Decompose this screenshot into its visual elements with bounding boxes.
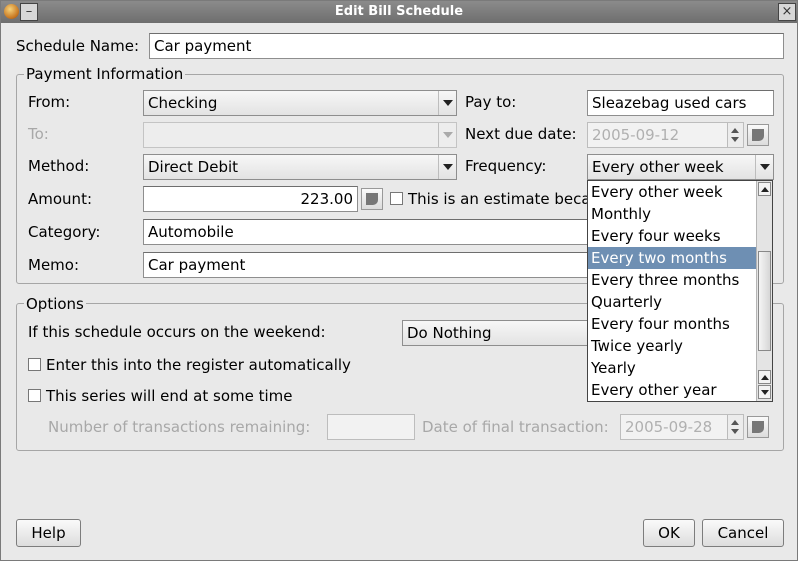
method-combo[interactable]: Direct Debit bbox=[143, 154, 457, 180]
title-bar: – Edit Bill Schedule × bbox=[1, 1, 797, 23]
schedule-name-label: Schedule Name: bbox=[16, 37, 140, 55]
to-account-combo[interactable] bbox=[143, 122, 457, 148]
calculator-icon bbox=[366, 193, 378, 205]
chevron-down-icon bbox=[755, 155, 773, 179]
amount-label: Amount: bbox=[28, 190, 92, 208]
spin-down-icon bbox=[731, 429, 739, 434]
from-label: From: bbox=[28, 93, 71, 111]
scrollbar-thumb[interactable] bbox=[758, 251, 771, 351]
category-input[interactable]: Automobile bbox=[143, 219, 593, 245]
estimate-checkbox[interactable] bbox=[390, 192, 403, 205]
scroll-down-button[interactable] bbox=[758, 385, 771, 399]
weekend-label: If this schedule occurs on the weekend: bbox=[28, 323, 326, 341]
from-account-combo[interactable]: Checking bbox=[143, 90, 457, 116]
next-due-calendar-button[interactable] bbox=[747, 124, 769, 146]
frequency-option[interactable]: Every other week bbox=[588, 181, 756, 203]
close-window-button[interactable]: × bbox=[778, 3, 796, 21]
amount-input[interactable]: 223.00 bbox=[143, 186, 358, 212]
method-value: Direct Debit bbox=[148, 158, 239, 176]
series-end-checkbox[interactable] bbox=[28, 389, 41, 402]
frequency-option[interactable]: Monthly bbox=[588, 203, 756, 225]
frequency-combo[interactable]: Every other week bbox=[587, 154, 774, 180]
cancel-button[interactable]: Cancel bbox=[702, 519, 784, 547]
scroll-up-button-lower[interactable] bbox=[758, 370, 771, 384]
help-button[interactable]: Help bbox=[16, 519, 81, 547]
category-label: Category: bbox=[28, 223, 101, 241]
final-date-calendar-button[interactable] bbox=[747, 416, 769, 438]
dropdown-scrollbar[interactable] bbox=[756, 181, 772, 401]
frequency-option[interactable]: Quarterly bbox=[588, 291, 756, 313]
scroll-up-button[interactable] bbox=[758, 182, 771, 196]
final-date-input[interactable]: 2005-09-28 bbox=[620, 414, 744, 440]
frequency-option-highlighted[interactable]: Every two months bbox=[588, 247, 756, 269]
remaining-input[interactable] bbox=[327, 414, 415, 440]
series-end-label: This series will end at some time bbox=[46, 387, 293, 405]
remaining-label: Number of transactions remaining: bbox=[48, 418, 311, 436]
app-icon bbox=[4, 4, 19, 19]
auto-enter-checkbox[interactable] bbox=[28, 358, 41, 371]
options-title: Options bbox=[24, 295, 86, 313]
weekend-value: Do Nothing bbox=[407, 324, 492, 342]
arrow-up-icon bbox=[761, 375, 769, 380]
calendar-icon bbox=[752, 129, 764, 141]
spin-up-icon bbox=[731, 420, 739, 425]
final-date-spinner[interactable] bbox=[727, 415, 743, 439]
frequency-option[interactable]: Twice yearly bbox=[588, 335, 756, 357]
payment-information-title: Payment Information bbox=[24, 65, 186, 83]
date-spinner[interactable] bbox=[727, 123, 743, 147]
frequency-option[interactable]: Every other year bbox=[588, 379, 756, 401]
spin-up-icon bbox=[731, 128, 739, 133]
frequency-label: Frequency: bbox=[465, 157, 547, 175]
next-due-date-label: Next due date: bbox=[465, 125, 577, 143]
frequency-option[interactable]: Every four weeks bbox=[588, 225, 756, 247]
weekend-combo[interactable]: Do Nothing bbox=[402, 320, 592, 346]
edit-bill-schedule-dialog: – Edit Bill Schedule × Schedule Name: Ca… bbox=[0, 0, 798, 561]
method-label: Method: bbox=[28, 157, 90, 175]
window-menu-button[interactable]: – bbox=[20, 3, 38, 21]
final-date-label: Date of final transaction: bbox=[422, 418, 609, 436]
memo-input[interactable]: Car payment bbox=[143, 252, 593, 278]
ok-button[interactable]: OK bbox=[643, 519, 695, 547]
chevron-down-icon bbox=[438, 123, 456, 147]
pay-to-input[interactable]: Sleazebag used cars bbox=[587, 90, 774, 116]
calculator-button[interactable] bbox=[361, 188, 383, 210]
chevron-down-icon bbox=[438, 91, 456, 115]
auto-enter-label: Enter this into the register automatical… bbox=[46, 356, 351, 374]
memo-label: Memo: bbox=[28, 256, 80, 274]
frequency-option[interactable]: Yearly bbox=[588, 357, 756, 379]
window-title: Edit Bill Schedule bbox=[334, 4, 464, 19]
frequency-option[interactable]: Every three months bbox=[588, 269, 756, 291]
spin-down-icon bbox=[731, 137, 739, 142]
pay-to-label: Pay to: bbox=[465, 93, 517, 111]
from-account-value: Checking bbox=[148, 94, 218, 112]
final-date-value: 2005-09-28 bbox=[625, 418, 713, 436]
frequency-option[interactable]: Every four months bbox=[588, 313, 756, 335]
next-due-date-input[interactable]: 2005-09-12 bbox=[587, 122, 744, 148]
to-label: To: bbox=[28, 125, 49, 143]
arrow-down-icon bbox=[761, 390, 769, 395]
chevron-down-icon bbox=[438, 155, 456, 179]
schedule-name-input[interactable]: Car payment bbox=[149, 33, 784, 59]
calendar-icon bbox=[752, 421, 764, 433]
arrow-up-icon bbox=[761, 187, 769, 192]
frequency-dropdown-list: Every other week Monthly Every four week… bbox=[587, 180, 773, 402]
next-due-date-value: 2005-09-12 bbox=[592, 126, 680, 144]
estimate-label: This is an estimate beca bbox=[408, 190, 591, 208]
frequency-value: Every other week bbox=[592, 158, 724, 176]
